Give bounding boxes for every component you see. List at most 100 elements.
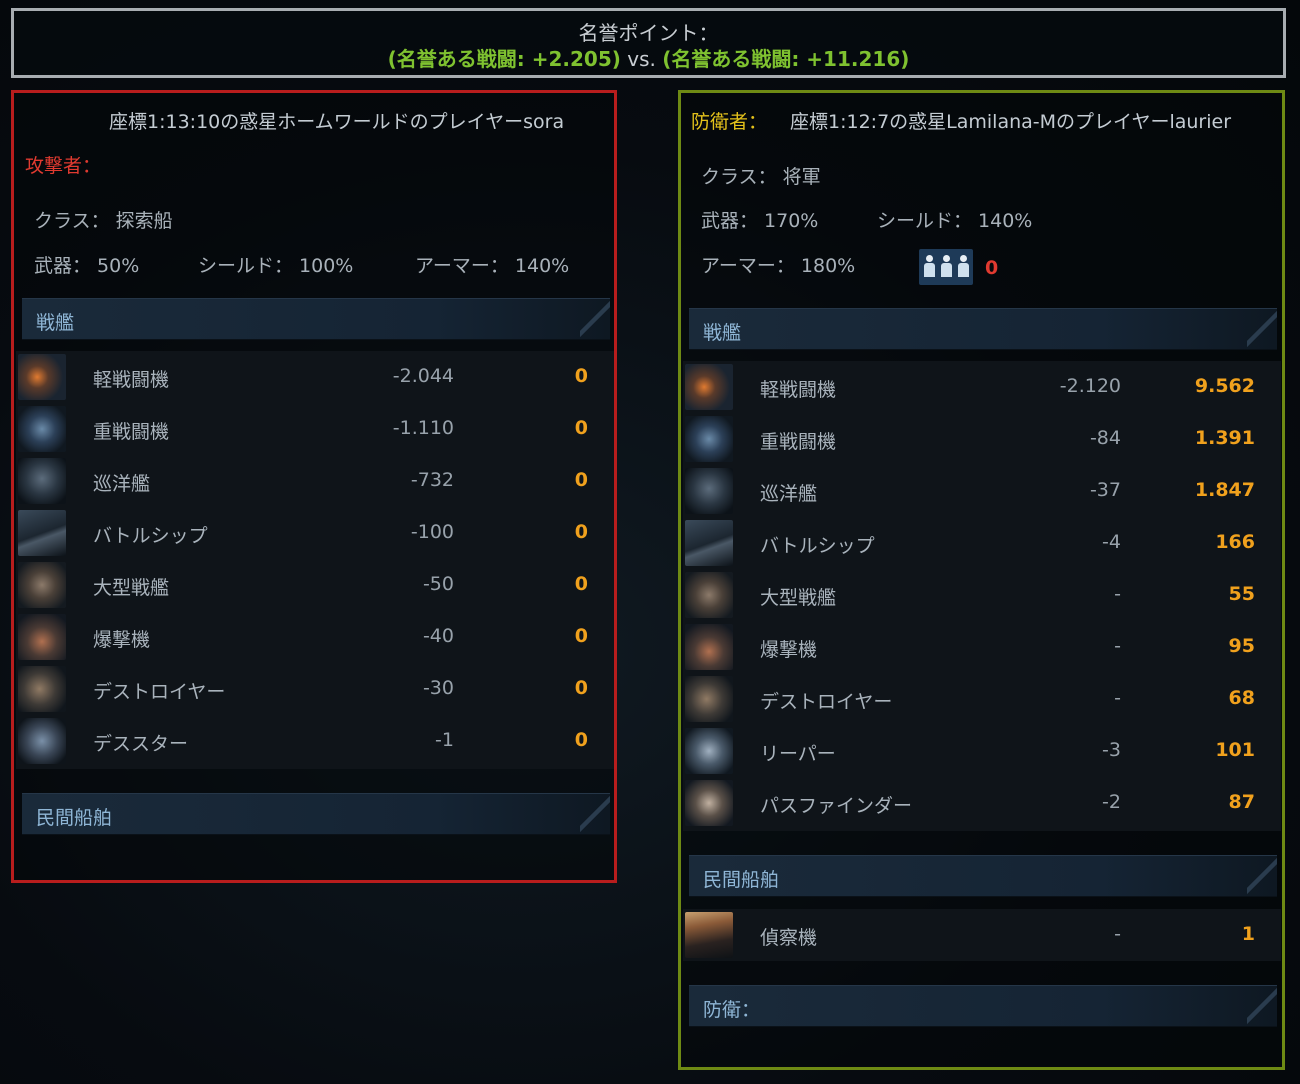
ship-loss: -84 [1089,427,1121,449]
attacker-panel: 座標1:13:10の惑星ホームワールドのプレイヤーsora 攻撃者： クラス： … [11,90,617,883]
crew-count: 0 [985,257,999,279]
reaper-icon[interactable] [685,728,733,774]
battleship-icon[interactable] [18,510,66,556]
attacker-coordinates: 座標1:13:10の惑星ホームワールドのプレイヤーsora [109,111,565,133]
cruiser-icon[interactable] [18,458,66,504]
ship-remaining: 1.391 [1194,427,1255,449]
bomber-icon[interactable] [685,624,733,670]
ship-remaining: 68 [1228,687,1255,709]
ship-name: 巡洋艦 [760,483,818,505]
ship-row: デストロイヤー - 68 [683,673,1281,725]
cruiser-icon[interactable] [685,468,733,514]
espionage-probe-icon[interactable] [685,912,733,958]
ship-loss: - [1114,687,1121,709]
ship-row: デススター -1 0 [16,715,614,767]
ship-name: 大型戦艦 [760,587,837,609]
ship-name: 大型戦艦 [93,577,170,599]
ship-loss: -40 [422,625,454,647]
ship-remaining: 1.847 [1194,479,1255,501]
ship-remaining: 95 [1228,635,1255,657]
ship-row: 軽戦闘機 -2.044 0 [16,351,614,403]
bomber-icon[interactable] [18,614,66,660]
defender-defense-header[interactable]: 防衛： [689,985,1277,1027]
crew-icon [919,249,973,285]
ship-loss: -50 [422,573,454,595]
ship-loss: -2.044 [392,365,454,387]
defender-armor: アーマー： 180% [701,255,856,277]
section-title: 民間船舶 [703,869,780,891]
ship-remaining: 0 [574,417,588,439]
heavy-fighter-icon[interactable] [685,416,733,462]
attacker-ship-list: 軽戦闘機 -2.044 0 重戦闘機 -1.110 0 巡洋艦 -732 0 バトルシップ -100… [16,351,614,769]
ship-loss: -37 [1089,479,1121,501]
ship-remaining: 9.562 [1194,375,1255,397]
ship-loss: - [1114,923,1121,945]
header-decoration [580,794,610,834]
defender-role-label: 防衛者： [691,111,768,133]
ship-loss: -2.120 [1059,375,1121,397]
light-fighter-icon[interactable] [685,364,733,410]
ship-name: 爆撃機 [93,629,151,651]
attacker-honor: (名誉ある戦闘: +2.205) [387,47,621,71]
ship-row: 巡洋艦 -37 1.847 [683,465,1281,517]
ship-row: デストロイヤー -30 0 [16,663,614,715]
ship-remaining: 101 [1215,739,1255,761]
ship-name: デストロイヤー [93,681,226,703]
ship-remaining: 0 [574,729,588,751]
ship-loss: -1 [435,729,454,751]
destroyer-icon[interactable] [685,676,733,722]
defender-honor: (名誉ある戦闘: +11.216) [662,47,910,71]
attacker-shield: シールド： 100% [198,255,354,277]
heavy-fighter-icon[interactable] [18,406,66,452]
ship-loss: -100 [410,521,454,543]
attacker-class: クラス： 探索船 [34,210,173,232]
ship-name: 偵察機 [760,927,818,949]
ship-remaining: 87 [1228,791,1255,813]
ship-name: 重戦闘機 [760,431,837,453]
defender-civil-header[interactable]: 民間船舶 [689,855,1277,897]
ship-remaining: 0 [574,365,588,387]
battlecruiser-icon[interactable] [685,572,733,618]
battleship-icon[interactable] [685,520,733,566]
ship-loss: -3 [1102,739,1121,761]
honor-vs: vs. [620,47,663,71]
ship-loss: - [1114,583,1121,605]
ship-name: 重戦闘機 [93,421,170,443]
ship-row: リーパー -3 101 [683,725,1281,777]
defender-coordinates: 座標1:12:7の惑星Lamilana-Mのプレイヤーlaurier [790,111,1232,133]
ship-name: バトルシップ [760,535,875,557]
ship-remaining: 0 [574,677,588,699]
pathfinder-icon[interactable] [685,780,733,826]
ship-loss: -732 [410,469,454,491]
ship-row: バトルシップ -4 166 [683,517,1281,569]
attacker-weapon: 武器： 50% [34,255,140,277]
ship-row: 重戦闘機 -84 1.391 [683,413,1281,465]
ship-name: パスファインダー [760,795,913,817]
ship-name: バトルシップ [93,525,208,547]
light-fighter-icon[interactable] [18,354,66,400]
defender-shield: シールド： 140% [877,210,1033,232]
header-decoration [580,299,610,339]
ship-name: リーパー [760,743,836,765]
ship-remaining: 166 [1215,531,1255,553]
ship-row: 軽戦闘機 -2.120 9.562 [683,361,1281,413]
ship-row: バトルシップ -100 0 [16,507,614,559]
deathstar-icon[interactable] [18,718,66,764]
section-title: 戦艦 [36,312,75,334]
ship-remaining: 0 [574,573,588,595]
attacker-armor: アーマー： 140% [415,255,570,277]
attacker-ships-header[interactable]: 戦艦 [22,298,610,340]
defender-panel: 防衛者： 座標1:12:7の惑星Lamilana-Mのプレイヤーlaurier … [678,90,1285,1070]
honor-title: 名誉ポイント： [578,21,719,45]
ship-remaining: 1 [1241,923,1255,945]
destroyer-icon[interactable] [18,666,66,712]
ship-row: 重戦闘機 -1.110 0 [16,403,614,455]
ship-row: 爆撃機 -40 0 [16,611,614,663]
ship-remaining: 55 [1228,583,1255,605]
ship-name: 巡洋艦 [93,473,151,495]
ship-row: パスファインダー -2 87 [683,777,1281,829]
battlecruiser-icon[interactable] [18,562,66,608]
attacker-civil-header[interactable]: 民間船舶 [22,793,610,835]
header-decoration [1247,856,1277,896]
defender-ships-header[interactable]: 戦艦 [689,308,1277,350]
